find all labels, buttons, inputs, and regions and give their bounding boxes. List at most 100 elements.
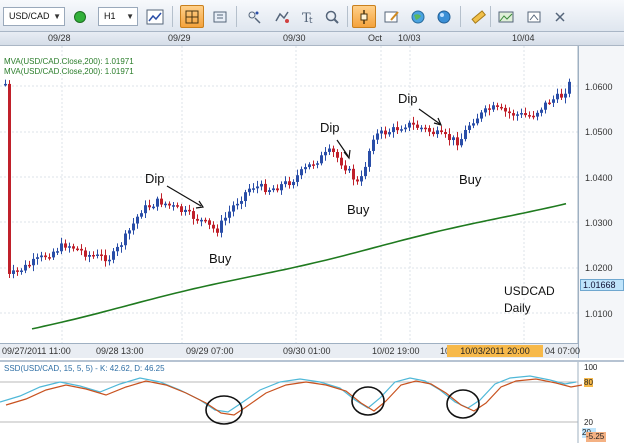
indicator-icon[interactable] [242, 5, 266, 28]
time-axis-label: 04 07:00 [545, 346, 581, 356]
pencil-icon[interactable] [380, 5, 404, 28]
candle-body [224, 217, 227, 221]
crosshair-icon[interactable] [180, 5, 204, 28]
candle-body [276, 188, 279, 191]
candle-body [500, 106, 503, 109]
candle-body [72, 246, 75, 249]
candle-body [356, 179, 359, 182]
magnify-icon[interactable] [320, 5, 344, 28]
candle-body [172, 205, 175, 207]
candle-body [8, 83, 11, 274]
zoom-icon[interactable] [208, 5, 232, 28]
candle-body [240, 201, 243, 204]
symbol-select[interactable]: USD/CAD ▼ [3, 7, 65, 26]
candle-body [20, 270, 23, 273]
time-axis-label: 09/28 13:00 [96, 346, 144, 356]
candle-body [212, 224, 215, 229]
candle-body [44, 255, 47, 258]
candle-body [560, 93, 563, 98]
close-icon[interactable] [548, 5, 572, 28]
candle-body [488, 108, 491, 110]
candle-body [48, 257, 51, 259]
candle-body [492, 105, 495, 110]
chart-grid [0, 46, 579, 343]
chart-type-icon[interactable] [143, 5, 167, 28]
candle-body [144, 205, 147, 214]
candle-body [108, 259, 111, 262]
candle-body [544, 102, 547, 110]
candle-body [408, 122, 411, 128]
candle-body [364, 166, 367, 177]
candle-body [152, 206, 155, 209]
candle-body [160, 198, 163, 205]
price-axis[interactable]: 1.0600 1.0500 1.0400 1.0300 1.0200 1.010… [578, 46, 624, 358]
highlight-circle [205, 395, 243, 425]
candle-body [360, 176, 363, 182]
globe-icon[interactable] [432, 5, 456, 28]
candle-body [312, 164, 315, 166]
annotation-arrows [166, 108, 443, 209]
date-header-label: 09/30 [283, 33, 306, 43]
time-axis[interactable]: 09/27/2011 11:00 09/28 13:00 09/29 07:00… [0, 343, 581, 358]
candle-body [204, 219, 207, 222]
candle-body [140, 213, 143, 217]
candle-body [452, 137, 455, 141]
current-price-tag: 1.01668 [580, 279, 624, 291]
candle-body [368, 150, 371, 167]
price-axis-label: 1.0600 [585, 82, 613, 92]
candle-body [244, 192, 247, 202]
period-select[interactable]: H1 ▼ [98, 7, 138, 26]
candle-body [292, 181, 295, 186]
candle-body [92, 255, 95, 257]
candle-body [216, 228, 219, 233]
globe-icon[interactable] [406, 5, 430, 28]
dip-label: Dip [320, 120, 340, 135]
candle-body [556, 93, 559, 100]
price-axis-label: 1.0500 [585, 127, 613, 137]
buy-label: Buy [347, 202, 370, 217]
candle-body [532, 115, 535, 118]
oscillator-axis-label: 80 [584, 378, 593, 387]
candle-body [104, 255, 107, 262]
status-dot-icon[interactable] [68, 5, 92, 28]
candle-body [192, 211, 195, 219]
candle-body [304, 167, 307, 170]
candle-body [328, 148, 331, 152]
date-header-label: 09/28 [48, 33, 71, 43]
text-icon[interactable]: Tt [296, 5, 320, 28]
candle-body [264, 183, 267, 193]
candle-body [84, 250, 87, 257]
chevron-down-icon: ▼ [126, 12, 134, 21]
settings-icon[interactable] [522, 5, 546, 28]
screenshot-icon[interactable] [494, 5, 518, 28]
symbol-caption: USDCAD [504, 284, 555, 298]
candle-body [440, 130, 443, 133]
cursor-icon[interactable] [352, 5, 376, 28]
oscillator-axis-label: 20 [584, 418, 593, 427]
candle-body [228, 211, 231, 218]
stochastic-chart [0, 362, 583, 443]
candle-body [468, 125, 471, 130]
candle-body [4, 83, 7, 86]
ruler-icon[interactable] [466, 5, 490, 28]
dip-label: Dip [398, 91, 418, 106]
candle-body [448, 134, 451, 141]
time-axis-label: 09/27/2011 11:00 [2, 346, 71, 356]
oscillator-legend: SSD(USD/CAD, 15, 5, 5) - K: 42.62, D: 46… [4, 364, 165, 373]
price-axis-label: 1.0400 [585, 173, 613, 183]
candle-body [168, 203, 171, 206]
candle-body [196, 218, 199, 221]
candle-body [256, 186, 259, 189]
candle-body [76, 248, 79, 251]
candle-body [28, 264, 31, 267]
candle-body [248, 188, 251, 193]
candle-body [404, 127, 407, 130]
candle-body [284, 181, 287, 185]
candle-body [316, 163, 319, 165]
candle-body [64, 243, 67, 248]
buy-label: Buy [209, 251, 232, 266]
candle-body [432, 131, 435, 135]
candle-body [324, 151, 327, 156]
candle-body [156, 198, 159, 207]
objects-icon[interactable] [270, 5, 294, 28]
